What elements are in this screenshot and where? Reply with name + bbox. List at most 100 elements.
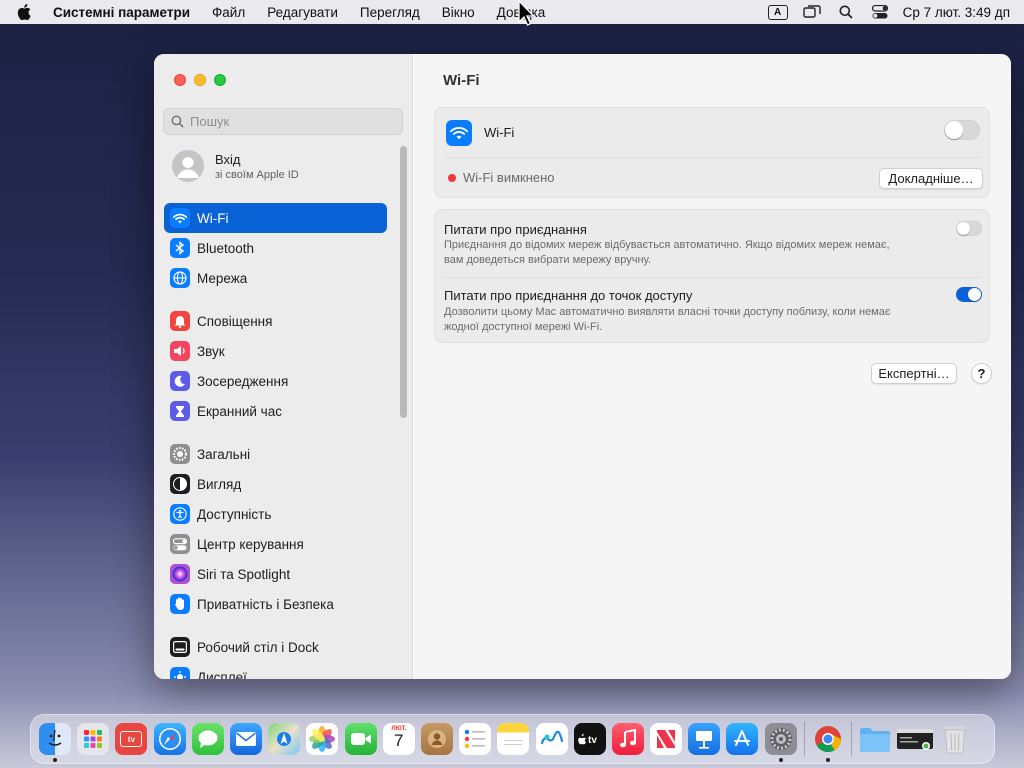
ask-join-toggle[interactable]	[956, 221, 982, 236]
running-indicator	[778, 758, 783, 762]
sidebar-item-label: Wi-Fi	[197, 210, 229, 226]
dock-finder-icon[interactable]	[39, 723, 72, 762]
dock-system-settings-icon[interactable]	[764, 723, 797, 762]
details-button[interactable]: Докладніше…	[879, 168, 983, 189]
appearance-icon	[170, 474, 190, 494]
dock-app-store-icon[interactable]	[726, 723, 759, 755]
sidebar-item-bluetooth[interactable]: Bluetooth	[164, 233, 387, 263]
ask-join-desc-2: вам доведеться вибрати мережу вручну.	[444, 254, 651, 266]
hand-icon	[170, 594, 190, 614]
status-dot-icon	[448, 174, 456, 182]
sidebar-scrollbar[interactable]	[400, 146, 407, 418]
sidebar-item-dock[interactable]: Робочий стіл і Dock	[164, 632, 387, 662]
dock-facetime-icon[interactable]	[344, 723, 377, 755]
sidebar-item-label: Загальні	[197, 446, 251, 462]
dock-reminders-icon[interactable]	[459, 723, 492, 755]
search-input[interactable]	[190, 114, 390, 129]
sidebar-item-bell[interactable]: Сповіщення	[164, 306, 387, 336]
ask-hotspot-toggle[interactable]	[956, 287, 982, 302]
menu-view[interactable]: Перегляд	[349, 5, 431, 20]
sidebar-item-gear[interactable]: Загальні	[164, 439, 387, 469]
zoom-window-button[interactable]	[214, 74, 226, 86]
signin-subtitle: зі своїм Apple ID	[215, 168, 299, 181]
siri-icon	[170, 564, 190, 584]
dock-photos-icon[interactable]	[306, 723, 339, 755]
sidebar-item-label: Центр керування	[197, 536, 304, 552]
sidebar-item-moon[interactable]: Зосередження	[164, 366, 387, 396]
running-indicator	[53, 758, 58, 762]
dock-safari-icon[interactable]	[153, 723, 186, 755]
search-icon	[171, 115, 184, 128]
sidebar-item-siri[interactable]: Siri та Spotlight	[164, 559, 387, 589]
settings-window: Вхід зі своїм Apple ID Wi-Fi Bluetooth Мер…	[154, 54, 1011, 679]
page-title: Wi-Fi	[443, 72, 480, 89]
dock-chrome-icon[interactable]	[812, 723, 844, 762]
dock-mail-icon[interactable]	[230, 723, 263, 755]
sidebar-item-control-center[interactable]: Центр керування	[164, 529, 387, 559]
dock-downloads-folder-icon[interactable]	[859, 723, 891, 755]
dock-contacts-icon[interactable]	[420, 723, 453, 755]
sidebar-item-appearance[interactable]: Вигляд	[164, 469, 387, 499]
sidebar-item-display[interactable]: Дисплеї	[164, 662, 387, 679]
minimize-window-button[interactable]	[194, 74, 206, 86]
input-source-icon[interactable]: A	[761, 0, 795, 24]
spotlight-search-icon[interactable]	[829, 0, 863, 24]
sidebar-item-label: Доступність	[197, 506, 272, 522]
hourglass-icon	[170, 401, 190, 421]
mouse-cursor-icon	[517, 0, 536, 31]
menu-edit[interactable]: Редагувати	[256, 5, 349, 20]
ask-hotspot-title: Питати про приєднання до точок доступу	[444, 288, 693, 303]
menu-window[interactable]: Вікно	[431, 5, 486, 20]
sidebar-item-label: Робочий стіл і Dock	[197, 639, 319, 655]
sidebar-item-label: Зосередження	[197, 373, 289, 389]
sidebar-item-accessibility[interactable]: Доступність	[164, 499, 387, 529]
signin-title: Вхід	[215, 151, 241, 167]
dock-apple-tv-icon[interactable]: tv	[573, 723, 606, 755]
sidebar-item-hand[interactable]: Приватність і Безпека	[164, 589, 387, 619]
menu-app-name[interactable]: Системні параметри	[42, 5, 201, 20]
divider	[446, 157, 981, 158]
dock-trash-icon[interactable]	[939, 723, 971, 755]
advanced-button[interactable]: Експертні…	[871, 363, 957, 384]
apple-id-signin[interactable]: Вхід зі своїм Apple ID	[172, 150, 299, 182]
dock-separator	[850, 722, 852, 756]
help-button[interactable]: ?	[971, 363, 992, 384]
ask-hotspot-desc-1: Дозволити цьому Mac автоматично виявляти…	[444, 306, 891, 318]
dock: tv ЛЮТ. 7 tv	[30, 714, 995, 764]
dock-music-icon[interactable]	[611, 723, 644, 755]
accessibility-icon	[170, 504, 190, 524]
wifi-toggle[interactable]	[944, 120, 980, 140]
dock-messages-icon[interactable]	[191, 723, 224, 755]
sidebar-item-hourglass[interactable]: Екранний час	[164, 396, 387, 426]
dock-calendar-icon[interactable]: ЛЮТ. 7	[382, 723, 415, 755]
svg-text:tv: tv	[588, 735, 597, 745]
dock-news-icon[interactable]	[650, 723, 683, 755]
sidebar-item-wifi[interactable]: Wi-Fi	[164, 203, 387, 233]
dock-tv-remote-icon[interactable]: tv	[115, 723, 148, 755]
dock-maps-icon[interactable]	[268, 723, 301, 755]
sidebar-item-speaker[interactable]: Звук	[164, 336, 387, 366]
dock-freeform-icon[interactable]	[535, 723, 568, 755]
bluetooth-icon	[170, 238, 190, 258]
menu-clock[interactable]: Ср 7 лют. 3:49 дп	[903, 5, 1010, 20]
wifi-card: Wi-Fi Wi-Fi вимкнено Докладніше…	[434, 107, 990, 198]
dock-terminal-window-icon[interactable]	[897, 723, 934, 755]
ask-hotspot-desc-2: жодної доступної мережі Wi-Fi.	[444, 321, 603, 333]
dock-keynote-icon[interactable]	[688, 723, 721, 755]
divider	[444, 277, 981, 278]
wifi-icon	[446, 120, 472, 146]
ask-join-desc-1: Приєднання до відомих мереж відбувається…	[444, 239, 890, 251]
sidebar-item-globe[interactable]: Мережа	[164, 263, 387, 293]
sidebar-item-label: Звук	[197, 343, 225, 359]
dock-notes-icon[interactable]	[497, 723, 530, 755]
sidebar-item-label: Siri та Spotlight	[197, 566, 291, 582]
screen-mirroring-icon[interactable]	[795, 0, 829, 24]
control-center-icon[interactable]	[863, 0, 897, 24]
sidebar-item-label: Екранний час	[197, 403, 282, 419]
sidebar-search-field[interactable]	[163, 108, 403, 135]
menu-file[interactable]: Файл	[201, 5, 256, 20]
apple-menu-icon[interactable]	[14, 2, 34, 22]
ask-join-title: Питати про приєднання	[444, 222, 587, 237]
dock-launchpad-icon[interactable]	[77, 723, 110, 755]
close-window-button[interactable]	[174, 74, 186, 86]
